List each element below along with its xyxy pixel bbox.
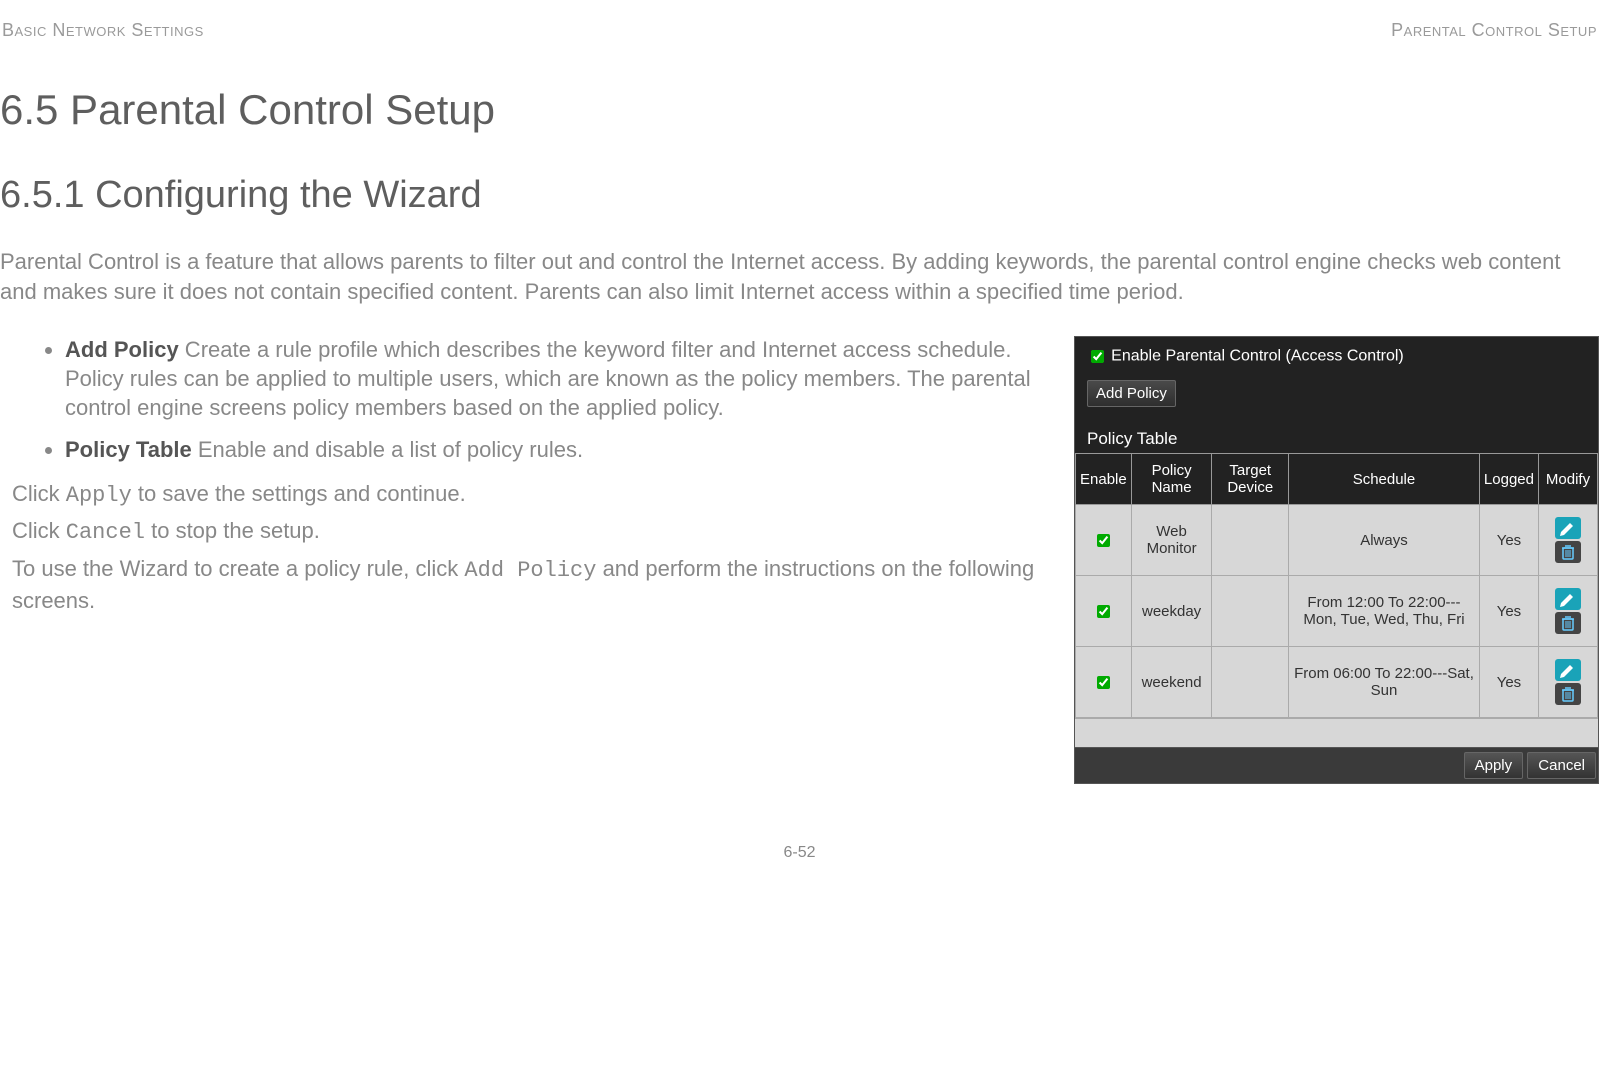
add-policy-button[interactable]: Add Policy	[1087, 380, 1176, 407]
col-schedule: Schedule	[1289, 454, 1480, 505]
header-left: Basic Network Settings	[2, 20, 204, 41]
code-cancel: Cancel	[66, 520, 145, 545]
row-policy-name: weekday	[1131, 576, 1212, 647]
delete-icon[interactable]	[1555, 683, 1581, 705]
policy-table: Enable Policy Name Target Device Schedul…	[1075, 453, 1598, 718]
code-apply: Apply	[66, 483, 132, 508]
row-enable-checkbox[interactable]	[1097, 676, 1110, 689]
paragraph-apply: Click Apply to save the settings and con…	[12, 479, 1044, 511]
row-logged: Yes	[1479, 647, 1538, 718]
col-policy-name: Policy Name	[1131, 454, 1212, 505]
edit-icon[interactable]	[1555, 659, 1581, 681]
bullet-add-policy: Add Policy Create a rule profile which d…	[65, 336, 1044, 422]
bullet-text: Create a rule profile which describes th…	[65, 337, 1031, 419]
screenshot-panel: Enable Parental Control (Access Control)…	[1074, 336, 1599, 784]
row-schedule: From 12:00 To 22:00---Mon, Tue, Wed, Thu…	[1289, 576, 1480, 647]
apply-button[interactable]: Apply	[1464, 752, 1524, 779]
cancel-button[interactable]: Cancel	[1527, 752, 1596, 779]
col-modify: Modify	[1539, 454, 1598, 505]
bullet-label: Policy Table	[65, 437, 192, 462]
enable-parental-control-checkbox[interactable]	[1091, 350, 1104, 363]
row-enable-checkbox[interactable]	[1097, 534, 1110, 547]
row-target-device	[1212, 505, 1289, 576]
page-number: 6-52	[0, 844, 1599, 862]
enable-parental-control-label: Enable Parental Control (Access Control)	[1111, 348, 1404, 365]
row-schedule: Always	[1289, 505, 1480, 576]
row-policy-name: Web Monitor	[1131, 505, 1212, 576]
edit-icon[interactable]	[1555, 517, 1581, 539]
bullet-text: Enable and disable a list of policy rule…	[192, 437, 583, 462]
table-row: weekday From 12:00 To 22:00---Mon, Tue, W…	[1076, 576, 1598, 647]
table-row: weekend From 06:00 To 22:00---Sat, SunYes	[1076, 647, 1598, 718]
row-logged: Yes	[1479, 576, 1538, 647]
bullet-policy-table: Policy Table Enable and disable a list o…	[65, 436, 1044, 465]
intro-paragraph: Parental Control is a feature that allow…	[0, 247, 1599, 306]
table-row: Web Monitor AlwaysYes	[1076, 505, 1598, 576]
edit-icon[interactable]	[1555, 588, 1581, 610]
col-target-device: Target Device	[1212, 454, 1289, 505]
row-policy-name: weekend	[1131, 647, 1212, 718]
row-schedule: From 06:00 To 22:00---Sat, Sun	[1289, 647, 1480, 718]
subsection-title: 6.5.1 Configuring the Wizard	[0, 174, 1599, 217]
code-add-policy: Add Policy	[464, 558, 596, 583]
row-enable-checkbox[interactable]	[1097, 605, 1110, 618]
row-target-device	[1212, 647, 1289, 718]
row-target-device	[1212, 576, 1289, 647]
left-column: Add Policy Create a rule profile which d…	[0, 336, 1044, 621]
policy-table-caption: Policy Table	[1075, 415, 1598, 453]
paragraph-add-policy: To use the Wizard to create a policy rul…	[12, 554, 1044, 615]
paragraph-cancel: Click Cancel to stop the setup.	[12, 516, 1044, 548]
row-logged: Yes	[1479, 505, 1538, 576]
col-enable: Enable	[1076, 454, 1132, 505]
delete-icon[interactable]	[1555, 541, 1581, 563]
delete-icon[interactable]	[1555, 612, 1581, 634]
bullet-label: Add Policy	[65, 337, 179, 362]
col-logged: Logged	[1479, 454, 1538, 505]
section-title: 6.5 Parental Control Setup	[0, 86, 1599, 134]
header-right: Parental Control Setup	[1391, 20, 1597, 41]
